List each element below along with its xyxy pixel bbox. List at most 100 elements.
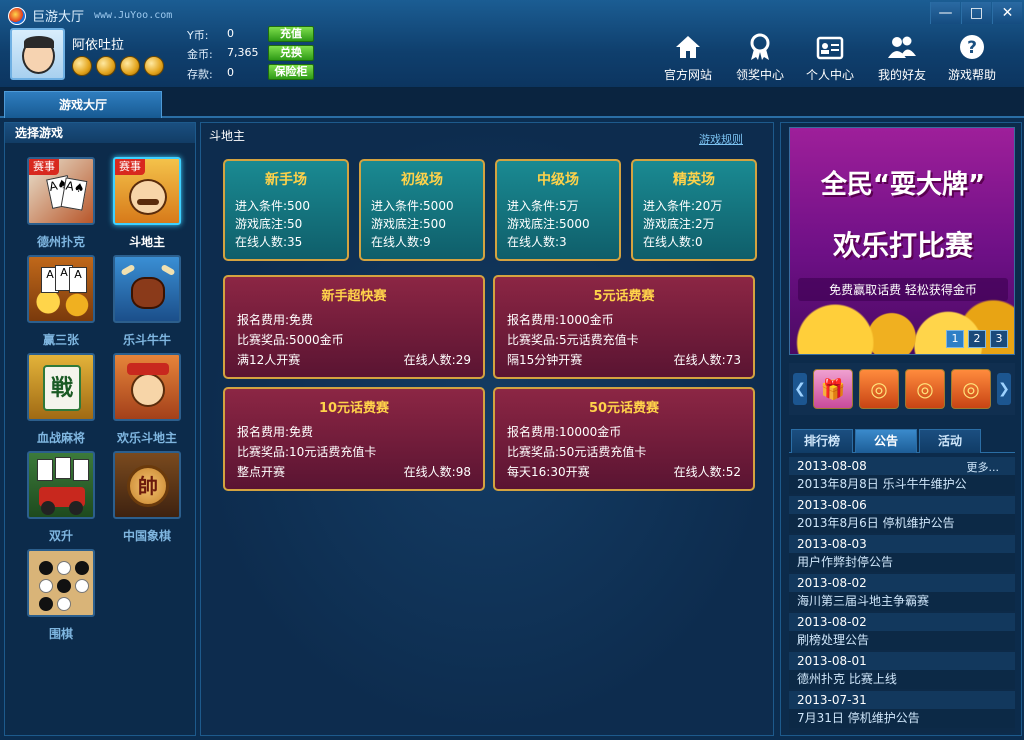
list-item[interactable]: 2013-07-31 7月31日 停机维护公告 <box>789 691 1015 729</box>
game-doudizhu[interactable]: 赛事 斗地主 <box>107 157 187 250</box>
match-fee: 报名费用:免费 <box>237 425 314 439</box>
banner-page-2[interactable]: 2 <box>968 330 986 348</box>
gold-coin-icon[interactable]: ◎ <box>951 369 991 409</box>
avatar[interactable] <box>10 28 65 80</box>
notice-date: 2013-08-01 <box>789 652 1015 670</box>
nav-label: 领奖中心 <box>735 68 784 82</box>
avatar-hair <box>24 36 54 48</box>
medal-icon <box>120 56 140 76</box>
username: 阿依吐拉 <box>72 38 125 53</box>
chevron-left-icon[interactable]: ❮ <box>793 373 807 405</box>
nav-game-help[interactable]: ? 游戏帮助 <box>940 32 1004 83</box>
tab-game-lobby[interactable]: 游戏大厅 <box>4 91 162 118</box>
notice-title[interactable]: 德州扑克 比赛上线 <box>789 670 1015 689</box>
banner-page-3[interactable]: 3 <box>990 330 1008 348</box>
game-label: 双升 <box>48 529 73 543</box>
nav-label: 我的好友 <box>877 68 926 82</box>
award-icon <box>745 32 775 62</box>
match-50yuan[interactable]: 50元话费赛 报名费用:10000金币 比赛奖品:50元话费充值卡 每天16:3… <box>493 387 755 491</box>
banner-subheadline: 欢乐打比赛 <box>832 229 973 262</box>
id-card-icon <box>815 32 845 62</box>
list-item[interactable]: 2013-08-03 用户作弊封停公告 <box>789 535 1015 573</box>
gift-icon[interactable]: 🎁 <box>813 369 853 409</box>
tab-notices[interactable]: 公告 <box>855 429 917 453</box>
game-list-title: 选择游戏 <box>5 123 195 143</box>
minimize-icon: — <box>938 5 953 21</box>
nav-personal-center[interactable]: 个人中心 <box>798 32 862 83</box>
chess-piece-icon: 帥 <box>113 451 181 519</box>
safe-box-button[interactable]: 保险柜 <box>268 64 314 80</box>
gold-label: 金币: <box>187 48 213 61</box>
game-win-three[interactable]: A A A 赢三张 <box>21 255 101 348</box>
nav-my-friends[interactable]: 我的好友 <box>870 32 934 83</box>
room-intermediate[interactable]: 中级场 进入条件:5万 游戏底注:5000 在线人数:3 <box>495 159 621 261</box>
nav-official-site[interactable]: 官方网站 <box>656 32 720 83</box>
game-bull-bull[interactable]: 乐斗牛牛 <box>107 255 187 348</box>
notice-title[interactable]: 海川第三届斗地主争霸赛 <box>789 592 1015 611</box>
list-item[interactable]: 2013-08-02 刷榜处理公告 <box>789 613 1015 651</box>
game-label: 欢乐斗地主 <box>116 431 177 445</box>
nav-label: 游戏帮助 <box>947 68 996 82</box>
match-title: 新手超快赛 <box>321 289 387 304</box>
match-start: 隔15分钟开赛 <box>507 353 583 367</box>
room-title: 新手场 <box>265 172 307 188</box>
friends-icon <box>887 32 917 62</box>
gold-row: 金币: 7,365 <box>187 46 259 62</box>
minimize-button[interactable]: — <box>930 2 960 24</box>
room-bet: 游戏底注:5000 <box>507 217 590 231</box>
match-10yuan[interactable]: 10元话费赛 报名费用:免费 比赛奖品:10元话费充值卡 整点开赛 在线人数:98 <box>223 387 485 491</box>
more-link[interactable]: 更多... <box>967 459 1000 475</box>
close-button[interactable]: ✕ <box>992 2 1022 24</box>
game-happy-doudizhu[interactable]: 欢乐斗地主 <box>107 353 187 446</box>
gold-coin-icon[interactable]: ◎ <box>905 369 945 409</box>
app-logo: 巨游大厅 www.JuYoo.com <box>8 6 172 25</box>
notice-title[interactable]: 刷榜处理公告 <box>789 631 1015 650</box>
chevron-right-icon[interactable]: ❯ <box>997 373 1011 405</box>
room-junior[interactable]: 初级场 进入条件:5000 游戏底注:500 在线人数:9 <box>359 159 485 261</box>
gold-value: 7,365 <box>227 46 259 59</box>
list-item[interactable]: 2013-08-06 2013年8月6日 停机维护公告 <box>789 496 1015 534</box>
notice-title[interactable]: 2013年8月6日 停机维护公告 <box>789 514 1015 533</box>
notice-title[interactable]: 用户作弊封停公告 <box>789 553 1015 572</box>
notice-title[interactable]: 2013年8月8日 乐斗牛牛维护公 <box>789 475 1015 494</box>
match-beginner-fast[interactable]: 新手超快赛 报名费用:免费 比赛奖品:5000金币 满12人开赛 在线人数:29 <box>223 275 485 379</box>
maximize-button[interactable]: □ <box>961 2 991 24</box>
room-online: 在线人数:0 <box>643 235 703 249</box>
current-game-title: 斗地主 <box>209 129 246 143</box>
gold-coin-icon[interactable]: ◎ <box>859 369 899 409</box>
game-mahjong[interactable]: 戦 血战麻将 <box>21 353 101 446</box>
match-footer: 满12人开赛 在线人数:29 <box>237 350 471 370</box>
list-item[interactable]: 2013-08-01 德州扑克 比赛上线 <box>789 652 1015 690</box>
room-bet: 游戏底注:500 <box>371 217 446 231</box>
game-chinese-chess[interactable]: 帥 中国象棋 <box>107 451 187 544</box>
notice-date: 2013-08-02 <box>789 574 1015 592</box>
tab-ranking[interactable]: 排行榜 <box>791 429 853 453</box>
room-bet: 游戏底注:50 <box>235 217 303 231</box>
game-shuangsheng[interactable]: 双升 <box>21 451 101 544</box>
landlord-face-icon: 赛事 <box>113 157 181 225</box>
exchange-button[interactable]: 兑换 <box>268 45 314 61</box>
banner-page-1[interactable]: 1 <box>946 330 964 348</box>
recharge-button[interactable]: 充值 <box>268 26 314 42</box>
info-tabs: 排行榜 公告 活动 <box>789 427 1015 453</box>
list-item[interactable]: 2013-08-02 海川第三届斗地主争霸赛 <box>789 574 1015 612</box>
match-5yuan[interactable]: 5元话费赛 报名费用:1000金币 比赛奖品:5元话费充值卡 隔15分钟开赛 在线… <box>493 275 755 379</box>
game-texas-holdem[interactable]: 赛事 A♠ A♠ 德州扑克 <box>21 157 101 250</box>
ycoin-label: Y币: <box>187 29 209 42</box>
tab-activities[interactable]: 活动 <box>919 429 981 453</box>
notice-title[interactable]: 7月31日 停机维护公告 <box>789 709 1015 728</box>
deposit-label: 存款: <box>187 68 213 81</box>
promo-banner[interactable]: 全民“耍大牌” 欢乐打比赛 免费赢取话费 轻松获得金币 1 2 3 <box>789 127 1015 355</box>
home-icon <box>673 32 703 62</box>
game-rules-link[interactable]: 游戏规则 <box>699 131 743 147</box>
cards-coins-icon: A A A <box>27 255 95 323</box>
game-go[interactable]: 围棋 <box>21 549 101 642</box>
help-icon: ? <box>957 32 987 62</box>
game-list-panel: 选择游戏 赛事 A♠ A♠ 德州扑克 赛事 斗地主 A A A 赢三张 乐斗牛牛… <box>4 122 196 736</box>
room-elite[interactable]: 精英场 进入条件:20万 游戏底注:2万 在线人数:0 <box>631 159 757 261</box>
room-beginner[interactable]: 新手场 进入条件:500 游戏底注:50 在线人数:35 <box>223 159 349 261</box>
quick-icons-row: ❮ 🎁 ◎ ◎ ◎ ❯ <box>789 363 1015 415</box>
room-panel: 斗地主 游戏规则 新手场 进入条件:500 游戏底注:50 在线人数:35 初级… <box>200 122 774 736</box>
nav-award-center[interactable]: 领奖中心 <box>728 32 792 83</box>
game-label: 血战麻将 <box>36 431 85 445</box>
